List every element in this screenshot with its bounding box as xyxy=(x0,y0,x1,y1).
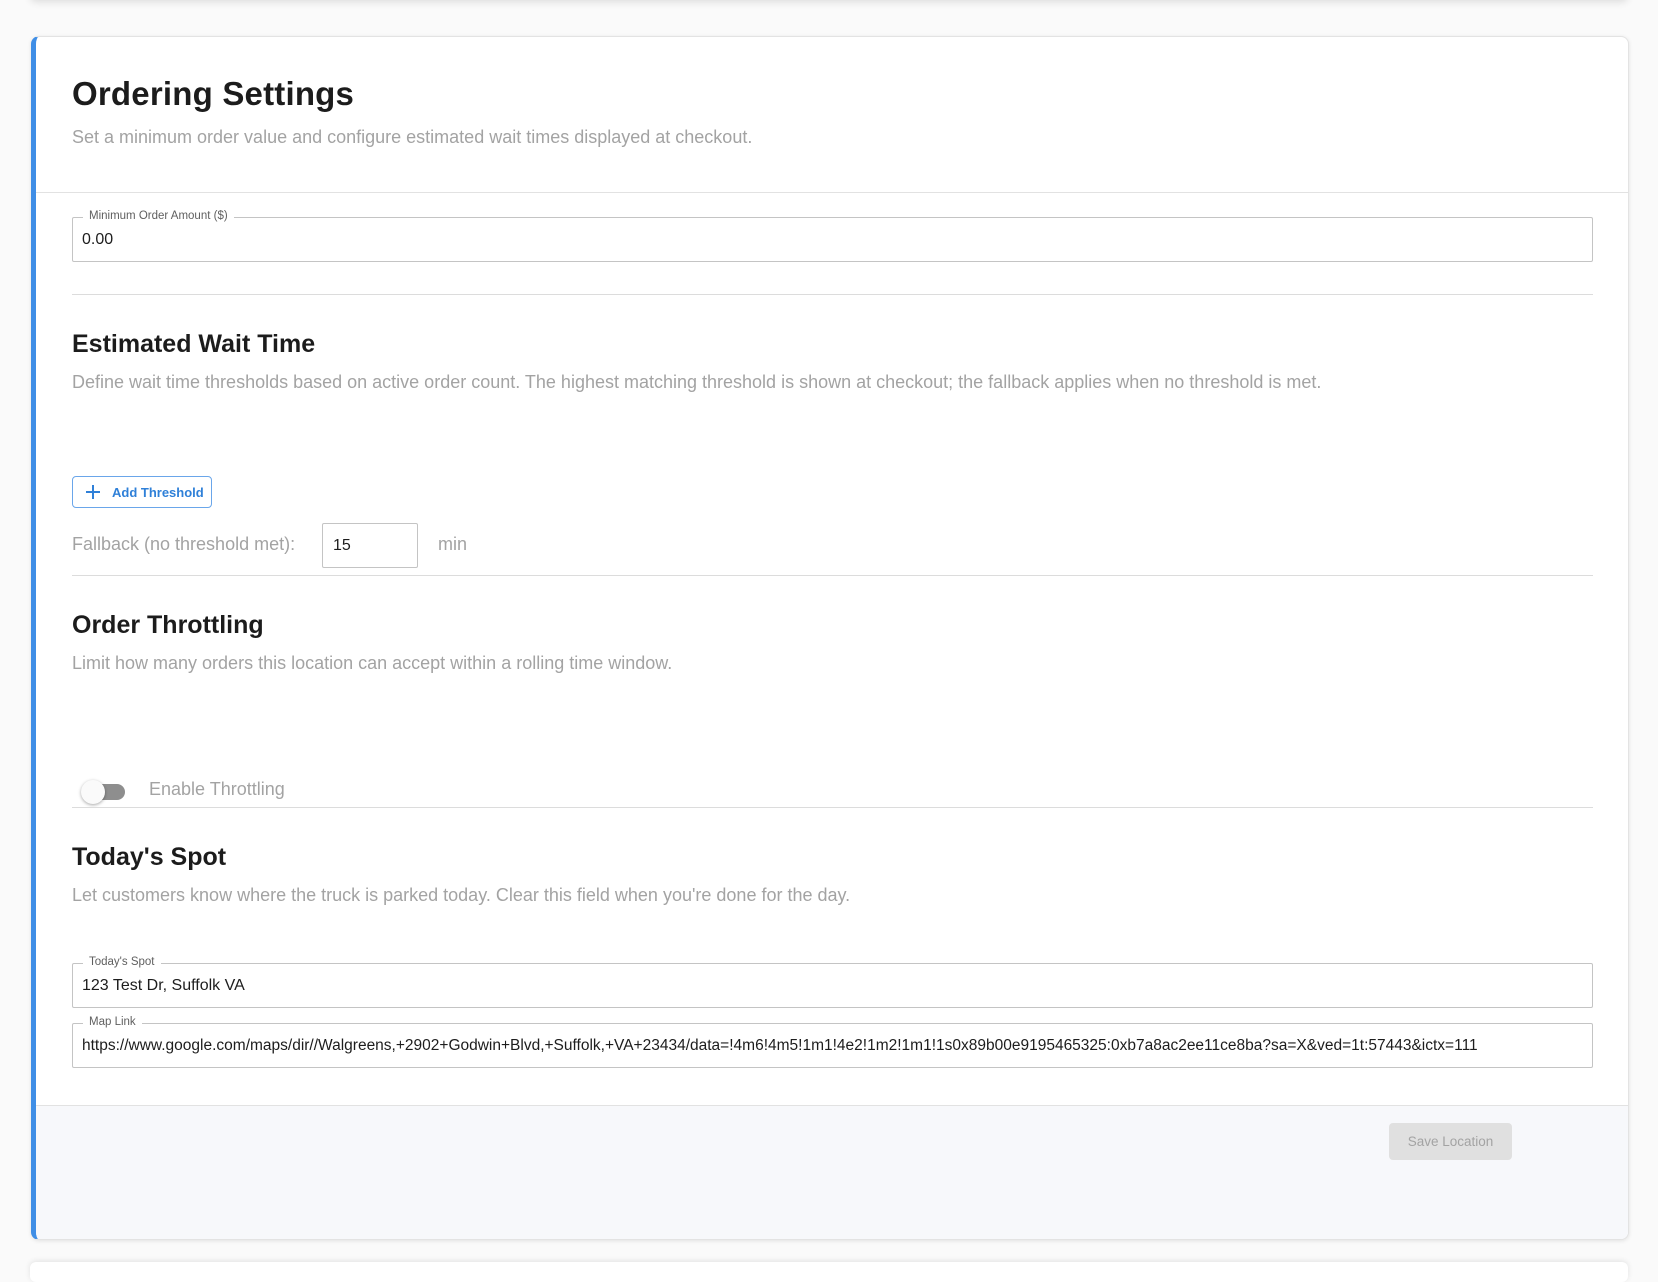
divider xyxy=(72,575,1593,576)
fallback-minutes-value: 15 xyxy=(333,537,351,554)
plus-icon xyxy=(86,485,100,499)
card-header: Ordering Settings Set a minimum order va… xyxy=(36,37,1628,193)
page-title: Ordering Settings xyxy=(72,75,355,112)
fallback-unit: min xyxy=(438,534,468,554)
divider xyxy=(72,807,1593,808)
fallback-label: Fallback (no threshold met): xyxy=(72,534,296,554)
map-link-field[interactable]: Map Link https://www.google.com/maps/dir… xyxy=(72,1014,1593,1068)
wait-time-title: Estimated Wait Time xyxy=(72,330,316,358)
throttling-description: Limit how many orders this location can … xyxy=(72,653,673,673)
wait-time-description: Define wait time thresholds based on act… xyxy=(72,372,1322,392)
map-link-label: Map Link xyxy=(83,1014,142,1030)
throttling-title: Order Throttling xyxy=(72,611,264,639)
todays-spot-label: Today's Spot xyxy=(83,954,161,970)
map-link-value: https://www.google.com/maps/dir//Walgree… xyxy=(82,1037,1478,1054)
next-card-edge xyxy=(30,1262,1628,1282)
enable-throttling-toggle[interactable] xyxy=(81,780,129,804)
minimum-order-label: Minimum Order Amount ($) xyxy=(83,208,234,224)
add-threshold-button[interactable]: Add Threshold xyxy=(72,476,212,508)
toggle-thumb xyxy=(81,780,105,804)
todays-spot-field[interactable]: Today's Spot 123 Test Dr, Suffolk VA xyxy=(72,954,1593,1008)
add-threshold-label: Add Threshold xyxy=(112,484,204,500)
enable-throttling-label: Enable Throttling xyxy=(149,779,285,799)
ordering-settings-card: Ordering Settings Set a minimum order va… xyxy=(31,36,1629,1240)
todays-spot-value: 123 Test Dr, Suffolk VA xyxy=(82,977,245,994)
page-subtitle: Set a minimum order value and configure … xyxy=(72,127,753,147)
todays-spot-description: Let customers know where the truck is pa… xyxy=(72,885,851,905)
card-footer: Save Location xyxy=(36,1105,1628,1239)
todays-spot-title: Today's Spot xyxy=(72,843,227,871)
save-location-button[interactable]: Save Location xyxy=(1389,1123,1512,1160)
fallback-minutes-input[interactable]: 15 xyxy=(322,523,418,568)
minimum-order-value: 0.00 xyxy=(82,231,114,248)
minimum-order-field[interactable]: Minimum Order Amount ($) 0.00 xyxy=(72,208,1593,262)
divider xyxy=(72,294,1593,295)
